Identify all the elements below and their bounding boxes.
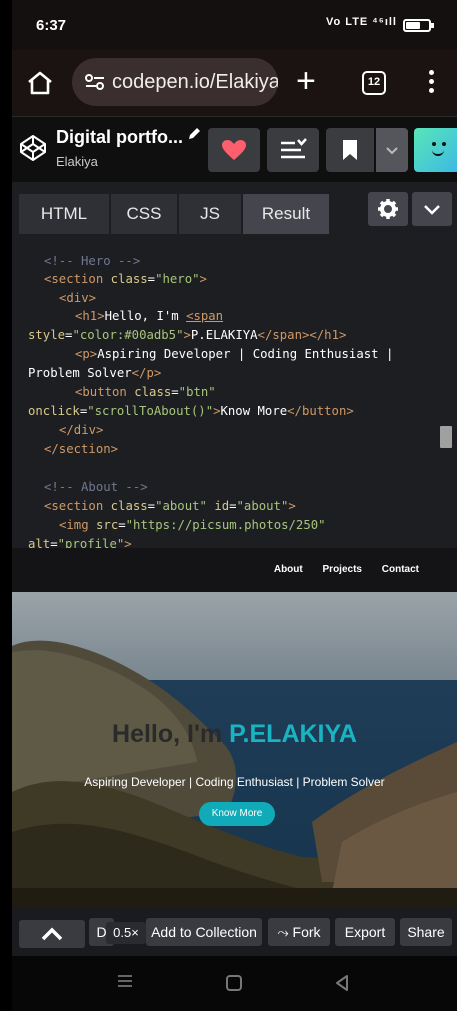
bottom-toolbar: D 0.5× Add to Collection ⤳ Fork Export S…: [12, 908, 457, 956]
hero-hello-text: Hello, I'm: [112, 720, 230, 748]
nav-link-about[interactable]: About: [274, 564, 303, 575]
editor-tabs-bar: HTML CSS JS Result: [12, 182, 457, 236]
settings-gear-button[interactable]: [368, 192, 408, 226]
edit-pencil-icon[interactable]: [187, 127, 201, 141]
chevron-down-icon: [386, 147, 398, 155]
android-nav-bar: [12, 956, 457, 1011]
tab-js[interactable]: JS: [179, 194, 241, 234]
code-scrollbar[interactable]: [440, 426, 452, 448]
bookmark-button[interactable]: [326, 128, 374, 172]
code-line: </div>: [59, 423, 104, 437]
chevron-up-icon: [41, 927, 63, 941]
like-button[interactable]: [208, 128, 260, 172]
hero-background-image: [12, 592, 457, 908]
code-line: <!-- Hero -->: [44, 254, 141, 268]
tab-css[interactable]: CSS: [111, 194, 177, 234]
signal-icon: Vo LTE ⁴⁶ıll: [326, 16, 397, 28]
hero-subtitle: Aspiring Developer | Coding Enthusiast |…: [84, 775, 385, 789]
recent-apps-icon[interactable]: [118, 975, 132, 989]
preview-navbar: About Projects Contact: [12, 548, 457, 592]
codepen-header: Digital portfo... Elakiya: [12, 116, 457, 182]
bookmark-dropdown-button[interactable]: [376, 128, 408, 172]
fork-button[interactable]: ⤳ Fork: [268, 918, 330, 946]
result-preview[interactable]: About Projects Contact Hello, I'm P.ELAK…: [12, 548, 457, 908]
share-button[interactable]: Share: [400, 918, 452, 946]
fork-label: Fork: [292, 924, 321, 940]
hero-heading: Hello, I'm P.ELAKIYA: [12, 720, 457, 749]
nav-link-projects[interactable]: Projects: [323, 564, 362, 575]
tab-result[interactable]: Result: [243, 194, 329, 234]
home-icon[interactable]: [26, 70, 54, 96]
code-line: <img src="https://picsum.photos/250": [59, 518, 326, 532]
tab-switcher-button[interactable]: 12: [362, 71, 386, 95]
add-to-collection-button[interactable]: Add to Collection: [146, 918, 262, 946]
zoom-level-badge[interactable]: 0.5×: [106, 922, 146, 944]
chevron-down-icon: [424, 205, 440, 215]
status-bar: 6:37 Vo LTE ⁴⁶ıll: [12, 0, 457, 50]
browser-toolbar: codepen.io/Elakiya + 12: [12, 50, 457, 116]
fork-icon: ⤳: [277, 924, 293, 940]
user-avatar[interactable]: [414, 128, 457, 172]
code-line: style="color:#00adb5">P.ELAKIYA</span></…: [28, 328, 347, 342]
overflow-menu-icon[interactable]: [426, 68, 436, 98]
tab-html[interactable]: HTML: [19, 194, 109, 234]
code-editor[interactable]: <!-- Hero --> <section class="hero"> <di…: [12, 236, 457, 548]
gear-icon: [378, 199, 398, 219]
export-button[interactable]: Export: [335, 918, 395, 946]
code-line: <p>Aspiring Developer | Coding Enthusias…: [75, 347, 394, 361]
phone-screen: 6:37 Vo LTE ⁴⁶ıll codepen.io/Elakiya + 1…: [12, 0, 457, 1011]
pen-author[interactable]: Elakiya: [56, 154, 98, 169]
battery-icon: [403, 19, 434, 32]
code-line: </section>: [44, 442, 119, 456]
heart-icon: [222, 140, 246, 160]
code-line: <button class="btn": [75, 385, 216, 399]
new-tab-plus-icon[interactable]: +: [296, 64, 316, 98]
code-line: onclick="scrollToAbout()">Know More</but…: [28, 404, 354, 418]
nav-link-contact[interactable]: Contact: [382, 564, 419, 575]
code-line: <section class="about" id="about">: [44, 499, 296, 513]
bookmark-icon: [343, 140, 357, 160]
pen-title[interactable]: Digital portfo...: [56, 127, 183, 148]
expand-console-button[interactable]: [19, 920, 85, 948]
hero-section: Hello, I'm P.ELAKIYA Aspiring Developer …: [12, 592, 457, 908]
code-line: <h1>Hello, I'm <span: [75, 309, 224, 323]
back-icon[interactable]: [334, 974, 350, 992]
code-line: <!-- About -->: [44, 480, 148, 494]
url-text: codepen.io/Elakiya: [112, 71, 278, 93]
code-line: <div>: [59, 291, 97, 305]
code-line: <section class="hero">: [44, 272, 207, 286]
hero-name: P.ELAKIYA: [229, 720, 357, 748]
codepen-logo-icon[interactable]: [18, 133, 48, 163]
status-time: 6:37: [36, 17, 67, 34]
home-button-icon[interactable]: [226, 975, 242, 991]
site-settings-icon[interactable]: [84, 72, 106, 92]
code-line: Problem Solver</p>: [28, 366, 162, 380]
know-more-button[interactable]: Know More: [199, 802, 275, 826]
code-line: alt="profile">: [28, 537, 132, 548]
collapse-editor-button[interactable]: [412, 192, 452, 226]
add-to-collection-icon[interactable]: [267, 128, 319, 172]
address-bar[interactable]: codepen.io/Elakiya: [72, 58, 278, 106]
